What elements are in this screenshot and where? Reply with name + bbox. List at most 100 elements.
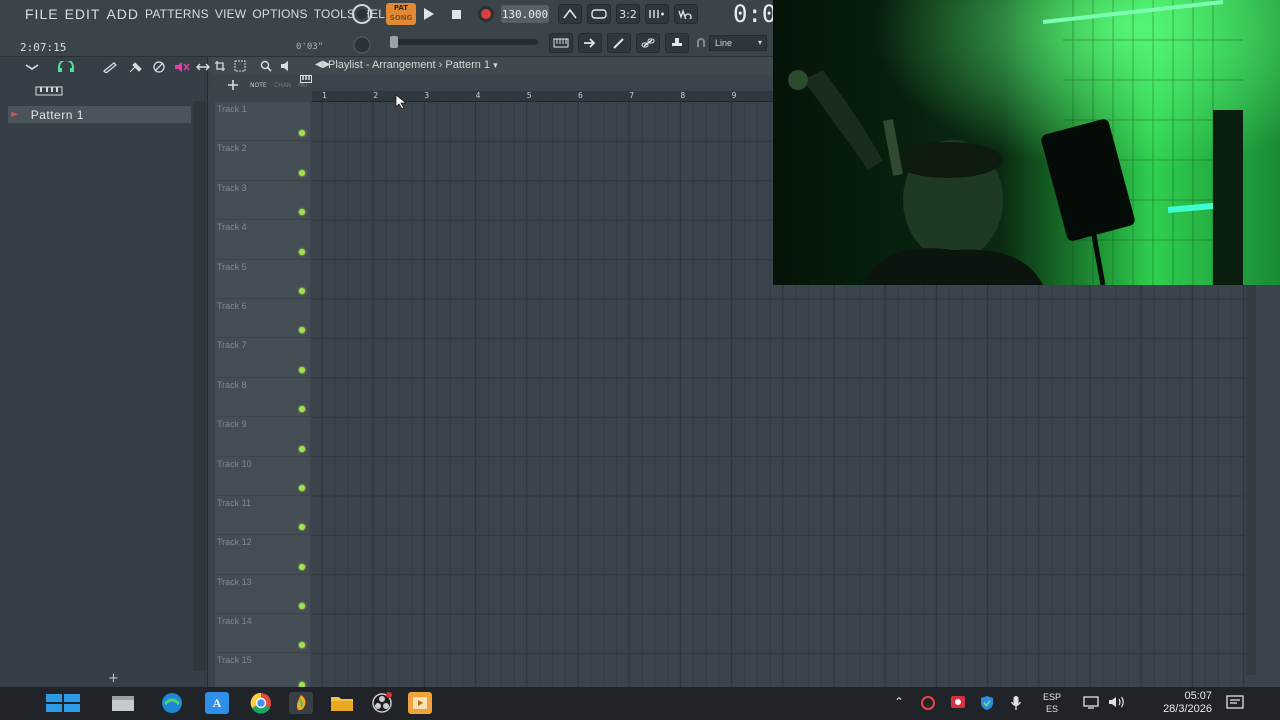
bar-number[interactable]: 4 (476, 91, 481, 100)
track-header[interactable]: Track 4 (215, 220, 310, 260)
cpu-meter-icon[interactable] (350, 3, 374, 25)
pencil-tool-icon[interactable] (101, 60, 119, 74)
piano-keys-icon[interactable] (34, 84, 64, 98)
track-header[interactable]: Track 6 (215, 299, 310, 339)
pencil-icon[interactable] (607, 33, 631, 53)
track-header[interactable]: Track 11 (215, 496, 310, 536)
track-mute-led-icon[interactable] (299, 563, 305, 570)
browser-scrollbar[interactable] (193, 101, 206, 671)
bar-number[interactable]: 2 (373, 91, 378, 100)
slip-tool-icon[interactable] (195, 60, 211, 74)
menu-file[interactable]: FILE (22, 6, 62, 22)
speaker-icon[interactable] (278, 59, 294, 73)
header-label-chan[interactable]: CHAN (274, 82, 291, 89)
track-mute-led-icon[interactable] (299, 524, 305, 531)
track-mute-led-icon[interactable] (299, 445, 305, 452)
track-header[interactable]: Track 8 (215, 378, 310, 418)
play-icon[interactable] (420, 5, 438, 23)
loop-record-icon[interactable] (674, 4, 698, 24)
snap-select[interactable]: Line ▾ (709, 35, 767, 51)
track-header[interactable]: Track 10 (215, 457, 310, 496)
bar-number[interactable]: 1 (322, 91, 327, 100)
chrome-browser-icon[interactable] (249, 692, 273, 714)
network-icon[interactable] (1083, 695, 1099, 712)
track-header[interactable]: Track 9 (215, 417, 310, 457)
track-mute-led-icon[interactable] (299, 642, 305, 649)
stop-icon[interactable] (447, 5, 465, 23)
tray-record-icon[interactable] (950, 695, 966, 712)
add-track-icon[interactable] (226, 78, 240, 92)
crop-icon[interactable] (212, 59, 228, 73)
bar-number[interactable]: 6 (578, 91, 583, 100)
folder-icon[interactable] (330, 692, 354, 714)
headphones-icon[interactable] (56, 59, 76, 75)
tempo-display[interactable]: 130.000 (501, 5, 549, 23)
record-icon[interactable] (476, 4, 496, 24)
track-header[interactable]: Track 3 (215, 181, 310, 221)
track-header[interactable]: Track 5 (215, 260, 310, 299)
playlist-title[interactable]: Playlist - Arrangement › Pattern 1 ▾ (328, 59, 498, 71)
wait-input-icon[interactable] (587, 4, 611, 24)
bar-number[interactable]: 8 (680, 91, 685, 100)
show-hidden-icons-icon[interactable]: ⌃ (894, 695, 904, 709)
menu-add[interactable]: ADD (103, 6, 142, 22)
track-header[interactable]: Track 14 (215, 614, 310, 654)
menu-edit[interactable]: EDIT (62, 6, 104, 22)
master-pitch-knob-icon[interactable] (352, 35, 372, 55)
bar-number[interactable]: 7 (629, 91, 634, 100)
mute-tool-icon[interactable] (173, 60, 191, 74)
track-mute-led-icon[interactable] (299, 603, 305, 610)
track-mute-led-icon[interactable] (299, 406, 305, 413)
edge-browser-icon[interactable] (160, 692, 184, 714)
start-button[interactable] (45, 692, 81, 714)
bar-number[interactable]: 3 (424, 91, 429, 100)
language-indicator[interactable]: ESP ES (1043, 691, 1061, 715)
header-label-note[interactable]: NOTE (250, 82, 267, 89)
microphone-icon[interactable] (1010, 695, 1022, 714)
file-explorer-icon[interactable] (111, 692, 135, 714)
pat-song-toggle[interactable]: PAT SONG (386, 3, 416, 25)
notifications-icon[interactable] (1226, 695, 1244, 712)
track-header[interactable]: Track 12 (215, 535, 310, 575)
tray-app-icon[interactable] (920, 695, 936, 714)
browser-pattern-item[interactable]: ► Pattern 1 (8, 106, 191, 123)
media-player-icon[interactable] (408, 692, 432, 714)
play-arrow-icon[interactable]: ► (11, 109, 19, 120)
bar-number[interactable]: 5 (527, 91, 532, 100)
bar-number[interactable]: 9 (732, 91, 737, 100)
menu-view[interactable]: VIEW (212, 6, 249, 22)
menu-options[interactable]: OPTIONS (249, 6, 310, 22)
track-mute-led-icon[interactable] (299, 327, 305, 334)
track-header[interactable]: Track 2 (215, 141, 310, 181)
track-mute-led-icon[interactable] (299, 130, 305, 137)
piano-mini-icon[interactable] (299, 75, 313, 83)
add-icon[interactable]: + (108, 671, 119, 686)
menu-patterns[interactable]: PATTERNS (142, 6, 212, 22)
track-mute-led-icon[interactable] (299, 248, 305, 255)
master-volume-slider[interactable] (393, 39, 538, 45)
volume-icon[interactable] (1108, 695, 1126, 712)
typing-keyboard-icon[interactable] (549, 33, 573, 53)
stamp-icon[interactable] (665, 33, 689, 53)
paint-brush-icon[interactable] (127, 60, 145, 74)
defender-shield-icon[interactable] (980, 695, 994, 714)
track-header[interactable]: Track 13 (215, 575, 310, 615)
select-icon[interactable] (232, 59, 248, 73)
magnet-icon[interactable] (695, 37, 707, 49)
arrow-right-icon[interactable] (578, 33, 602, 53)
obs-studio-icon[interactable] (370, 692, 394, 714)
track-mute-led-icon[interactable] (299, 169, 305, 176)
fl-studio-icon[interactable] (289, 692, 313, 714)
track-mute-led-icon[interactable] (299, 209, 305, 216)
browser-menu-icon[interactable] (24, 60, 40, 74)
header-label-pat[interactable]: PAT (298, 82, 309, 89)
step-edit-icon[interactable] (645, 4, 669, 24)
zoom-icon[interactable] (258, 59, 274, 73)
master-volume-handle[interactable] (390, 36, 398, 48)
system-clock[interactable]: 05:07 28/3/2026 (1140, 690, 1212, 716)
track-header[interactable]: Track 1 (215, 102, 310, 142)
font-app-icon[interactable]: A (205, 692, 229, 714)
pattern-counter[interactable]: 3:2 (616, 4, 640, 24)
metronome-icon[interactable] (558, 4, 582, 24)
link-icon[interactable] (636, 33, 660, 53)
